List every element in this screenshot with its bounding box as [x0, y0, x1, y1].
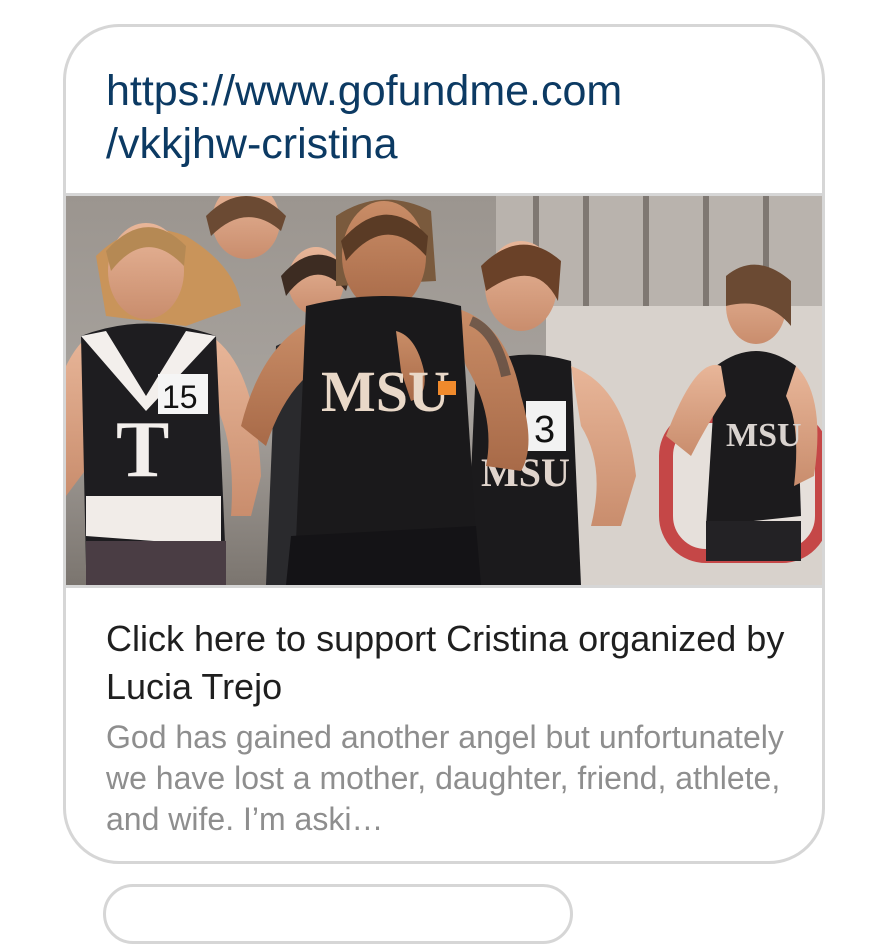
preview-image[interactable]: MSU 3 MSU T 15 MSU	[66, 196, 822, 585]
svg-text:3: 3	[534, 409, 555, 451]
svg-text:MSU: MSU	[321, 359, 450, 424]
svg-text:15: 15	[162, 379, 198, 415]
next-message-bubble[interactable]	[103, 884, 573, 944]
link-preview-card[interactable]: https://www.gofundme.com /vkkjhw-cristin…	[63, 24, 825, 864]
svg-text:MSU: MSU	[726, 417, 802, 454]
divider	[66, 585, 822, 588]
runners-photo: MSU 3 MSU T 15 MSU	[66, 196, 822, 585]
preview-description: God has gained another angel but unfortu…	[106, 719, 784, 837]
preview-title[interactable]: Click here to support Cristina organized…	[106, 615, 796, 711]
link-url[interactable]: https://www.gofundme.com /vkkjhw-cristin…	[106, 65, 786, 171]
svg-text:T: T	[116, 406, 169, 494]
